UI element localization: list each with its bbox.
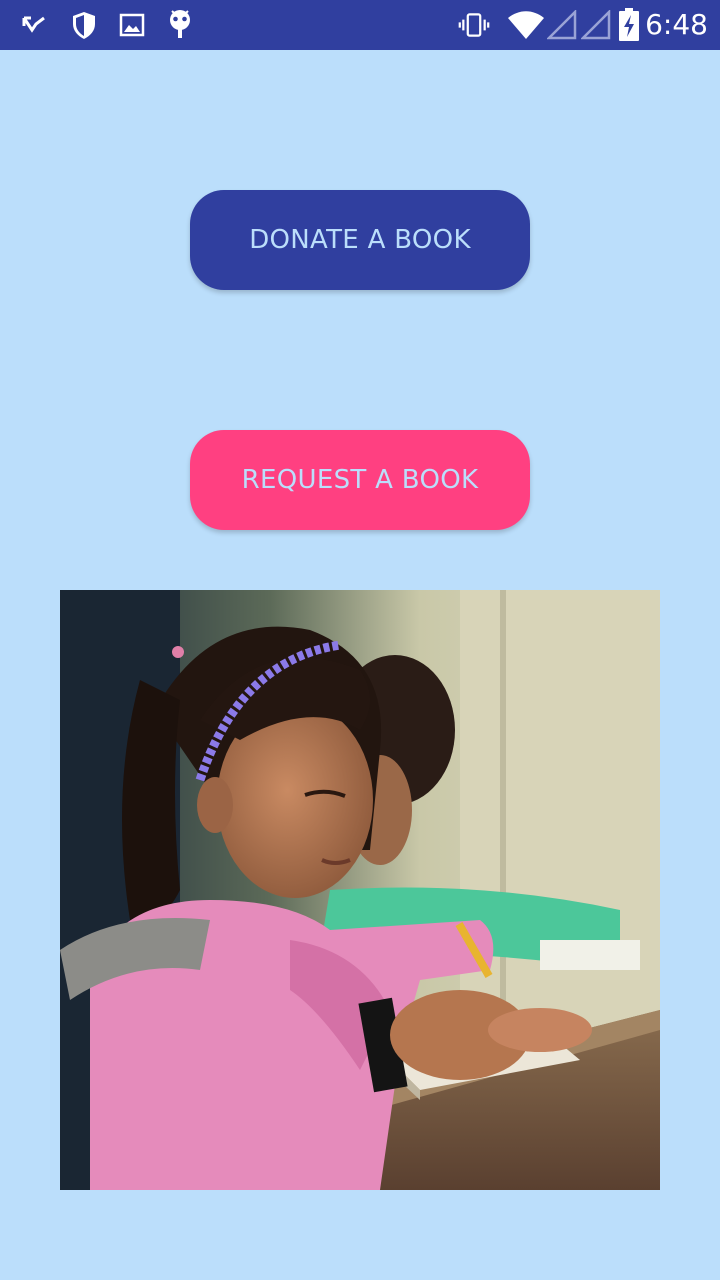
- signal-icon: [546, 9, 578, 41]
- image-icon: [116, 9, 148, 41]
- missed-call-icon: [18, 9, 50, 41]
- signal-icon: [580, 9, 612, 41]
- status-time: 6:48: [645, 8, 708, 41]
- wifi-icon: [506, 9, 546, 41]
- girl-writing-in-notebook-photo: [60, 590, 660, 1190]
- request-book-button[interactable]: REQUEST A BOOK: [190, 430, 530, 530]
- donate-book-button[interactable]: DONATE A BOOK: [190, 190, 530, 290]
- battery-charging-icon: [616, 8, 642, 41]
- status-bar: 6:48: [0, 0, 720, 50]
- shield-icon: [68, 9, 100, 41]
- android-debug-icon: [164, 9, 196, 41]
- main-content: DONATE A BOOK REQUEST A BOOK: [0, 50, 720, 1280]
- vibrate-icon: [458, 9, 490, 41]
